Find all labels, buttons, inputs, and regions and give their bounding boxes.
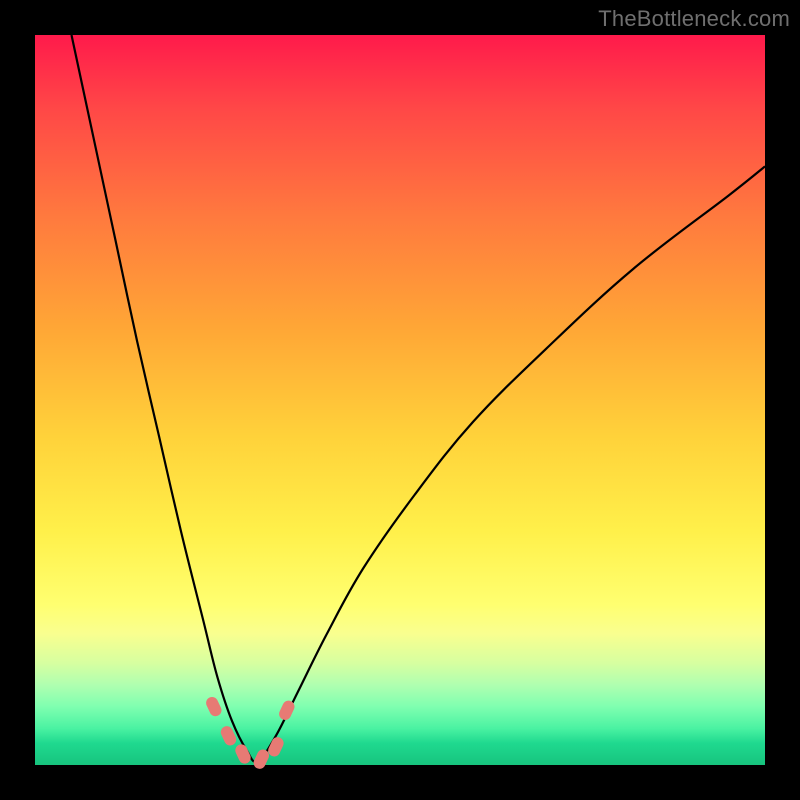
bottleneck-curve [72,35,766,762]
watermark-text: TheBottleneck.com [598,6,790,32]
plot-area [35,35,765,765]
chart-svg [35,35,765,765]
chart-frame: TheBottleneck.com [0,0,800,800]
chart-marker [204,695,223,718]
chart-markers [204,695,296,771]
